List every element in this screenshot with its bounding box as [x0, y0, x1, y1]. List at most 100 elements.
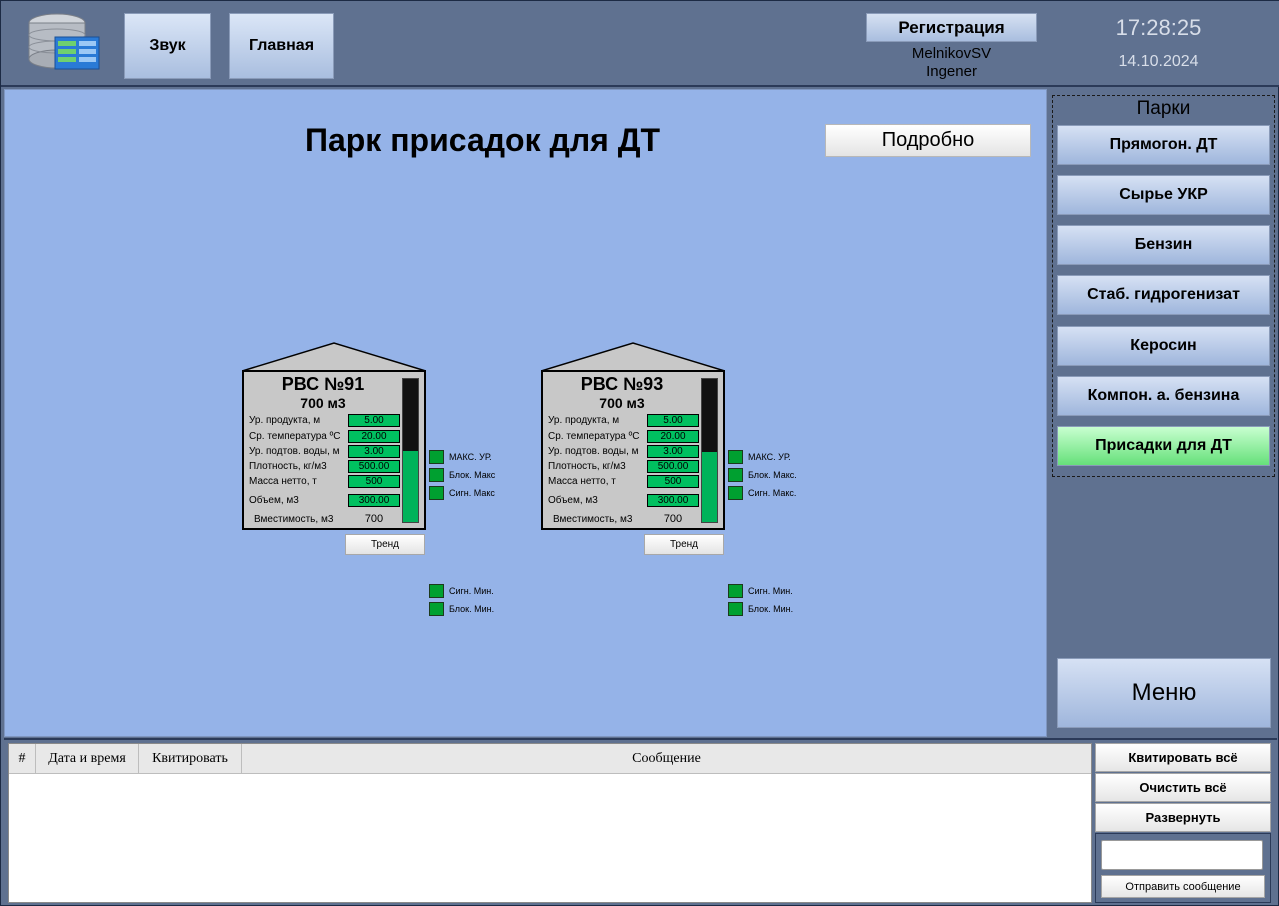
- clear-all-button[interactable]: Очистить всё: [1095, 773, 1271, 802]
- header: Звук Главная Регистрация MelnikovSV Inge…: [1, 1, 1279, 87]
- alarm-label: Сигн. Мин.: [449, 586, 494, 596]
- param-value-mass: 500: [647, 475, 699, 488]
- param-value-mass: 500: [348, 475, 400, 488]
- param-value-level: 5.00: [348, 414, 400, 427]
- park-button-ukr-feed[interactable]: Сырье УКР: [1057, 175, 1270, 215]
- param-value-density: 500.00: [647, 460, 699, 473]
- tank-capacity-title: 700 м3: [599, 395, 645, 411]
- param-label-density: Плотность, кг/м3: [548, 461, 626, 472]
- alarm-label: Сигн. Макс: [449, 488, 495, 498]
- alarm-block-max: Блок. Макс: [429, 468, 495, 482]
- park-button-diesel-additives[interactable]: Присадки для ДТ: [1057, 426, 1270, 466]
- tank-roof-icon: [541, 342, 725, 372]
- alarm-block-min: Блок. Мин.: [728, 602, 793, 616]
- alarm-signal-max: Сигн. Макс.: [728, 486, 796, 500]
- park-button-gasoline-components[interactable]: Компон. а. бензина: [1057, 376, 1270, 416]
- alarm-label: МАКС. УР.: [449, 452, 492, 462]
- param-value-capacity: 700: [663, 513, 683, 525]
- param-value-volume: 300.00: [348, 494, 400, 507]
- messages-panel: # Дата и время Квитировать Сообщение Кви…: [4, 738, 1277, 904]
- alarm-indicator-icon: [728, 486, 743, 500]
- database-logo-icon: [25, 11, 105, 75]
- sound-button[interactable]: Звук: [124, 13, 211, 79]
- expand-button[interactable]: Развернуть: [1095, 803, 1271, 832]
- tank-name: РВС №93: [580, 374, 664, 394]
- messages-table[interactable]: # Дата и время Квитировать Сообщение: [8, 743, 1092, 903]
- tank-rvs-93: РВС №93 700 м3 Ур. продукта, м 5.00 Ср. …: [541, 342, 841, 616]
- alarm-indicator-icon: [429, 468, 444, 482]
- alarm-signal-min: Сигн. Мин.: [429, 584, 494, 598]
- param-label-capacity: Вместимость, м3: [553, 514, 633, 525]
- param-label-capacity: Вместимость, м3: [254, 514, 334, 525]
- param-value-water: 3.00: [647, 445, 699, 458]
- alarm-label: Блок. Мин.: [449, 604, 495, 614]
- alarm-max-level: МАКС. УР.: [728, 450, 791, 464]
- workspace: Парк присадок для ДТ Подробно РВС №91 70…: [4, 89, 1047, 737]
- param-label-level: Ур. продукта, м: [548, 415, 620, 426]
- alarm-block-max: Блок. Макс.: [728, 468, 797, 482]
- menu-button[interactable]: Меню: [1057, 658, 1271, 728]
- park-button-kerosene[interactable]: Керосин: [1057, 326, 1270, 366]
- level-bar: [701, 378, 718, 523]
- param-value-temp: 20.00: [348, 430, 400, 443]
- level-fill: [702, 451, 717, 522]
- param-label-temp: Ср. температура ºС: [548, 431, 640, 442]
- tank-body: РВС №91 700 м3 Ур. продукта, м 5.00 Ср. …: [242, 370, 426, 530]
- trend-button[interactable]: Тренд: [345, 534, 425, 555]
- param-label-mass: Масса нетто, т: [548, 476, 616, 487]
- param-label-water: Ур. подтов. воды, м: [548, 446, 639, 457]
- param-label-temp: Ср. температура ºС: [249, 431, 341, 442]
- level-bar: [402, 378, 419, 523]
- user-role: Ingener: [926, 63, 977, 80]
- param-value-capacity: 700: [364, 513, 384, 525]
- alarm-label: Сигн. Макс.: [748, 488, 797, 498]
- param-value-water: 3.00: [348, 445, 400, 458]
- param-label-level: Ур. продукта, м: [249, 415, 321, 426]
- column-header-message[interactable]: Сообщение: [242, 744, 1091, 774]
- alarm-label: Блок. Мин.: [748, 604, 794, 614]
- scada-window: Звук Главная Регистрация MelnikovSV Inge…: [0, 0, 1279, 906]
- parks-panel: Парки Прямогон. ДТ Сырье УКР Бензин Стаб…: [1052, 95, 1275, 477]
- clock-time: 17:28:25: [1115, 15, 1202, 40]
- param-value-density: 500.00: [348, 460, 400, 473]
- param-value-volume: 300.00: [647, 494, 699, 507]
- parks-title: Парки: [1136, 98, 1191, 119]
- details-button[interactable]: Подробно: [825, 124, 1031, 157]
- alarm-indicator-icon: [728, 602, 743, 616]
- column-header-datetime[interactable]: Дата и время: [36, 744, 139, 774]
- home-button[interactable]: Главная: [229, 13, 334, 79]
- alarm-label: Сигн. Мин.: [748, 586, 793, 596]
- acknowledge-all-button[interactable]: Квитировать всё: [1095, 743, 1271, 772]
- alarm-max-level: МАКС. УР.: [429, 450, 492, 464]
- param-value-level: 5.00: [647, 414, 699, 427]
- park-button-stab-hydrogenate[interactable]: Стаб. гидрогенизат: [1057, 275, 1270, 315]
- alarm-label: Блок. Макс: [449, 470, 496, 480]
- send-message-button[interactable]: Отправить сообщение: [1101, 875, 1265, 898]
- param-label-volume: Объем, м3: [249, 495, 299, 506]
- user-name: MelnikovSV: [911, 45, 992, 62]
- page-title: Парк присадок для ДТ: [304, 122, 661, 158]
- trend-button[interactable]: Тренд: [644, 534, 724, 555]
- alarm-indicator-icon: [728, 468, 743, 482]
- alarm-indicator-icon: [728, 584, 743, 598]
- tank-rvs-91: РВС №91 700 м3 Ур. продукта, м 5.00 Ср. …: [242, 342, 542, 616]
- tank-name: РВС №91: [281, 374, 365, 394]
- alarm-indicator-icon: [728, 450, 743, 464]
- level-fill: [403, 450, 418, 522]
- clock-date: 14.10.2024: [1118, 53, 1199, 70]
- column-header-number[interactable]: #: [9, 744, 36, 774]
- park-button-gasoline[interactable]: Бензин: [1057, 225, 1270, 265]
- registration-button[interactable]: Регистрация: [866, 13, 1037, 42]
- tank-capacity-title: 700 м3: [300, 395, 346, 411]
- tank-body: РВС №93 700 м3 Ур. продукта, м 5.00 Ср. …: [541, 370, 725, 530]
- alarm-signal-max: Сигн. Макс: [429, 486, 495, 500]
- tank-roof-icon: [242, 342, 426, 372]
- alarm-block-min: Блок. Мин.: [429, 602, 494, 616]
- param-label-mass: Масса нетто, т: [249, 476, 317, 487]
- alarm-indicator-icon: [429, 602, 444, 616]
- park-button-straight-run-diesel[interactable]: Прямогон. ДТ: [1057, 125, 1270, 165]
- alarm-label: МАКС. УР.: [748, 452, 791, 462]
- message-input[interactable]: [1101, 840, 1263, 870]
- alarm-label: Блок. Макс.: [748, 470, 797, 480]
- column-header-acknowledge[interactable]: Квитировать: [139, 744, 242, 774]
